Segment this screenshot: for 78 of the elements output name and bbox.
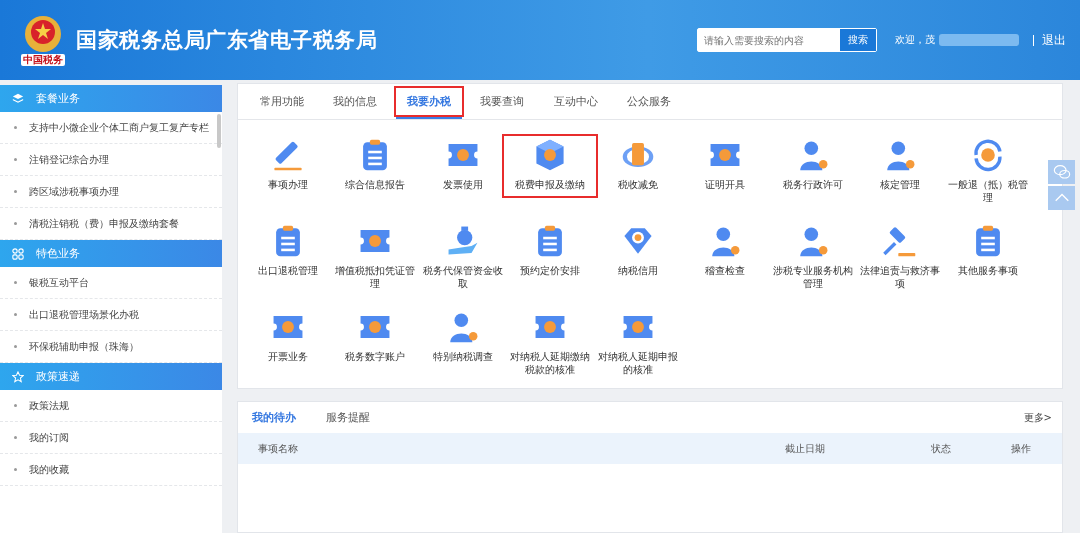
service-tile[interactable]: 其他服务事项 xyxy=(944,220,1032,300)
service-tile[interactable]: 开票业务 xyxy=(244,306,332,386)
service-label: 其他服务事项 xyxy=(956,264,1019,277)
service-label: 证明开具 xyxy=(704,178,747,191)
column-header: 状态 xyxy=(931,441,952,456)
group-title: 政策速递 xyxy=(36,369,80,384)
service-tile[interactable]: 出口退税管理 xyxy=(244,220,332,300)
service-label: 税务代保管资金收取 xyxy=(421,264,504,290)
tab[interactable]: 我的信息 xyxy=(318,84,392,119)
service-label: 出口退税管理 xyxy=(256,264,319,277)
service-label: 发票使用 xyxy=(441,178,484,191)
service-label: 一般退（抵）税管理 xyxy=(946,178,1029,204)
service-tile[interactable]: 证明开具 xyxy=(681,134,769,214)
service-label: 核定管理 xyxy=(879,178,922,191)
grid-icon xyxy=(12,247,24,260)
emblem-icon xyxy=(23,14,63,54)
star-icon xyxy=(12,370,24,383)
gavel-icon xyxy=(883,224,918,258)
service-tile[interactable]: 事项办理 xyxy=(244,134,332,214)
service-label: 税务行政许可 xyxy=(781,178,844,191)
scrollbar-thumb[interactable] xyxy=(217,114,221,148)
service-tile[interactable]: 对纳税人延期申报的核准 xyxy=(594,306,682,386)
service-label: 法律追责与救济事项 xyxy=(859,264,942,290)
group-title: 特色业务 xyxy=(36,246,80,261)
group-title: 套餐业务 xyxy=(36,91,80,106)
service-label: 税收减免 xyxy=(616,178,659,191)
welcome-text: 欢迎，茂 xyxy=(895,33,935,47)
layers-icon xyxy=(12,92,24,105)
service-tile[interactable]: 综合信息报告 xyxy=(331,134,419,214)
service-label: 税务数字账户 xyxy=(344,350,407,363)
sidebar-item[interactable]: 出口退税管理场景化办税 xyxy=(0,299,222,331)
service-label: 开票业务 xyxy=(266,350,309,363)
tab[interactable]: 我要查询 xyxy=(465,84,539,119)
service-tile[interactable]: 对纳税人延期缴纳税款的核准 xyxy=(506,306,594,386)
service-tile[interactable]: 稽查检查 xyxy=(681,220,769,300)
service-tile[interactable]: 一般退（抵）税管理 xyxy=(944,134,1032,214)
column-header: 事项名称 xyxy=(258,441,299,456)
service-tile[interactable]: 法律追责与救济事项 xyxy=(856,220,944,300)
service-tile[interactable]: 增值税抵扣凭证管理 xyxy=(331,220,419,300)
tab[interactable]: 常用功能 xyxy=(245,84,319,119)
logout-link[interactable]: 退出 xyxy=(1042,31,1066,49)
service-label: 稽查检查 xyxy=(704,264,747,277)
service-tile[interactable]: 涉税专业服务机构管理 xyxy=(769,220,857,300)
sidebar-item[interactable]: 政策法规 xyxy=(0,390,222,422)
service-tile[interactable]: 纳税信用 xyxy=(594,220,682,300)
chat-bubbles-icon xyxy=(1052,163,1071,181)
sidebar-item[interactable]: 跨区域涉税事项办理 xyxy=(0,176,222,208)
service-label: 对纳税人延期缴纳税款的核准 xyxy=(509,350,592,376)
wechat-button[interactable] xyxy=(1048,160,1075,184)
back-to-top-button[interactable] xyxy=(1048,186,1075,210)
service-tile[interactable]: 核定管理 xyxy=(856,134,944,214)
tab[interactable]: 公众服务 xyxy=(612,84,686,119)
service-tile[interactable]: 预约定价安排 xyxy=(506,220,594,300)
column-header: 截止日期 xyxy=(785,441,826,456)
service-tile[interactable]: 税务代保管资金收取 xyxy=(419,220,507,300)
sidebar-item[interactable]: 银税互动平台 xyxy=(0,267,222,299)
service-label: 特别纳税调查 xyxy=(431,350,494,363)
tab[interactable]: 服务提醒 xyxy=(326,410,370,425)
service-label: 税费申报及缴纳 xyxy=(514,178,587,191)
service-label: 增值税抵扣凭证管理 xyxy=(334,264,417,290)
service-label: 事项办理 xyxy=(266,178,309,191)
column-header: 操作 xyxy=(1011,441,1031,456)
service-label: 涉税专业服务机构管理 xyxy=(771,264,854,290)
service-tile[interactable]: 税务数字账户 xyxy=(331,306,419,386)
site-title: 国家税务总局广东省电子税务局 xyxy=(76,27,377,54)
service-label: 预约定价安排 xyxy=(519,264,582,277)
service-tile[interactable]: 税务行政许可 xyxy=(769,134,857,214)
tab[interactable]: 我的待办 xyxy=(252,410,296,425)
sidebar-item[interactable]: 我的收藏 xyxy=(0,454,222,486)
service-label: 纳税信用 xyxy=(616,264,659,277)
logo-caption: 中国税务 xyxy=(21,54,65,66)
service-label: 综合信息报告 xyxy=(344,178,407,191)
service-tile[interactable]: 特别纳税调查 xyxy=(419,306,507,386)
tab[interactable]: 互动中心 xyxy=(539,84,613,119)
tab[interactable]: 我要办税 xyxy=(392,84,466,119)
service-label: 对纳税人延期申报的核准 xyxy=(596,350,679,376)
more-link[interactable]: 更多> xyxy=(1023,410,1052,425)
sidebar-item[interactable]: 我的订阅 xyxy=(0,422,222,454)
